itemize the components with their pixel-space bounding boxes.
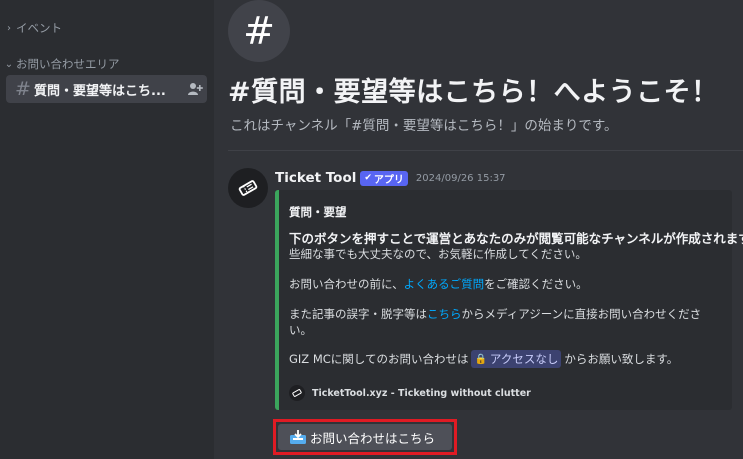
typo-report-link[interactable]: こちら — [427, 307, 462, 321]
category-events[interactable]: › イベント — [4, 20, 62, 36]
highlight-box: お問い合わせはこちら — [273, 419, 457, 455]
embed-line-2: 些細な事でも大丈夫なので、お気軽に作成してください。 — [289, 247, 587, 261]
embed-footer: TicketTool.xyz - Ticketing without clutt… — [289, 385, 531, 401]
embed-line-1: 下のボタンを押すことで運営とあなたのみが閲覧可能なチャンネルが作成されます。 — [289, 231, 743, 246]
embed-line-3: お問い合わせの前に、よくあるご質問をご確認ください。 — [289, 276, 588, 292]
chat-area: # #質問・要望等はこちら！へようこそ！ これはチャンネル「#質問・要望等はこち… — [214, 0, 743, 459]
open-ticket-button-label: お問い合わせはこちら — [310, 430, 436, 446]
author-name[interactable]: Ticket Tool — [275, 170, 356, 186]
chevron-down-icon: ⌄ — [4, 58, 14, 70]
embed-line-5-pre: GIZ MCに関してのお問い合わせは — [289, 352, 469, 366]
app-badge-label: アプリ — [373, 174, 404, 186]
no-access-channel-mention[interactable]: 🔒 アクセスなし — [471, 350, 562, 368]
open-ticket-button[interactable]: お問い合わせはこちら — [278, 424, 452, 450]
embed-line-4-pre: また記事の誤字・脱字等は — [289, 307, 427, 321]
chevron-right-icon: › — [7, 22, 11, 34]
channel-sidebar: › イベント ⌄ お問い合わせエリア # 質問・要望等はこち... — [0, 0, 214, 459]
welcome-subtitle: これはチャンネル「#質問・要望等はこちら！」の始まりです。 — [230, 118, 618, 134]
message-embed: 質問・要望 下のボタンを押すことで運営とあなたのみが閲覧可能なチャンネルが作成さ… — [275, 190, 743, 410]
embed-footer-text: TicketTool.xyz - Ticketing without clutt… — [312, 387, 531, 399]
embed-title: 質問・要望 — [289, 205, 347, 219]
embed-line-5-post: からお願い致します。 — [564, 352, 679, 366]
lock-icon: 🔒 — [474, 353, 487, 365]
ticket-footer-icon — [289, 385, 305, 401]
embed-line-4-post: からメディアジーンに直接お問い合わせくださ — [461, 307, 702, 321]
welcome-title: #質問・要望等はこちら！へようこそ！ — [228, 77, 719, 108]
embed-line-3-pre: お問い合わせの前に、 — [289, 277, 404, 291]
channel-hash-icon: # — [228, 0, 290, 62]
no-access-label: アクセスなし — [489, 352, 559, 366]
embed-line-4-continued: い。 — [289, 323, 312, 337]
embed-line-5: GIZ MCに関してのお問い合わせは 🔒 アクセスなし からお願い致します。 — [289, 350, 678, 368]
add-member-icon[interactable] — [187, 81, 203, 97]
message-timestamp: 2024/09/26 15:37 — [415, 172, 506, 184]
ticket-icon — [238, 180, 258, 196]
sidebar-item-label: 質問・要望等はこち... — [34, 83, 166, 99]
category-inquiry[interactable]: ⌄ お問い合わせエリア — [4, 56, 120, 72]
inbox-tray-icon — [290, 430, 306, 444]
category-events-label: イベント — [16, 21, 62, 35]
hash-icon: # — [15, 78, 31, 100]
faq-link[interactable]: よくあるご質問 — [404, 277, 485, 291]
embed-line-4: また記事の誤字・脱字等はこちらからメディアジーンに直接お問い合わせくださ — [289, 306, 701, 322]
category-inquiry-label: お問い合わせエリア — [16, 57, 120, 71]
divider — [228, 150, 743, 151]
app-badge: ✔ アプリ — [360, 170, 408, 186]
embed-line-3-post: をご確認ください。 — [484, 277, 588, 291]
ticket-tool-avatar[interactable] — [228, 168, 268, 208]
check-icon: ✔ — [364, 173, 372, 183]
message-header: Ticket Tool ✔ アプリ 2024/09/26 15:37 — [275, 170, 506, 186]
sidebar-item-inquiry-channel[interactable]: # 質問・要望等はこち... — [6, 75, 207, 103]
